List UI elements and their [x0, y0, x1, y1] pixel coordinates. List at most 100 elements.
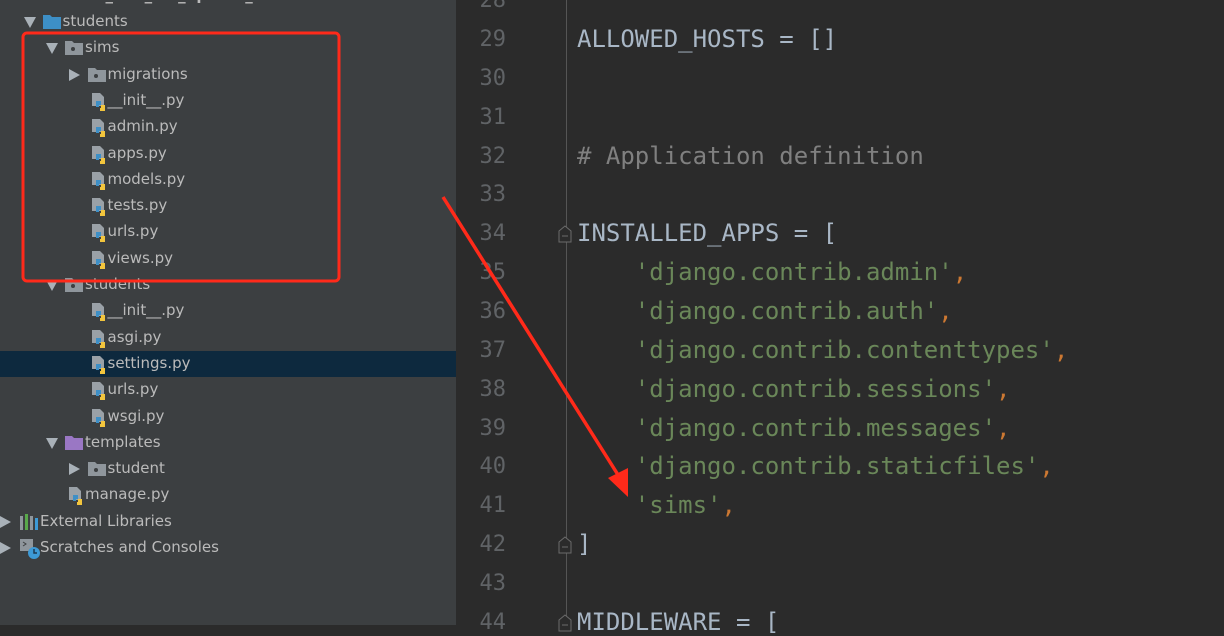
tree-item-label: admin.py	[107, 117, 178, 136]
tree-item-label: External Libraries	[40, 511, 172, 530]
tree-item[interactable]: __init__.py	[0, 88, 456, 114]
code-line[interactable]: MIDDLEWARE = [	[577, 608, 779, 636]
tree-item[interactable]: models.py	[0, 167, 456, 193]
tree-item-label: migrations	[107, 64, 188, 83]
tree-item-label: Scratches and Consoles	[40, 538, 219, 556]
tree-item-label: __init__.py	[107, 90, 185, 109]
line-number: 42	[479, 532, 507, 558]
package-folder-icon	[65, 276, 83, 294]
code-line[interactable]: # Application definition	[577, 142, 924, 170]
code-token-comma: ,	[1039, 452, 1054, 481]
code-editor[interactable]: 28 29 ALLOWED_HOSTS = [] 30 31 32 # Applicatio…	[456, 0, 1224, 636]
code-line[interactable]: INSTALLED_APPS = [	[577, 219, 837, 247]
fold-marker-icon[interactable]	[558, 225, 572, 243]
line-number: 29	[479, 27, 507, 52]
python-file-icon	[90, 171, 108, 190]
tree-item[interactable]: migrations	[0, 62, 456, 88]
code-token-str: 'django.contrib.sessions'	[577, 374, 997, 403]
tree-item[interactable]: manage.py	[0, 482, 456, 508]
code-token-str: 'sims'	[577, 491, 722, 520]
python-file-icon	[90, 92, 108, 111]
line-number: 44	[479, 609, 507, 635]
line-number: 32	[479, 143, 507, 169]
line-number: 35	[479, 260, 507, 286]
folder-icon	[42, 13, 61, 31]
tree-item-label: manage.py	[85, 485, 170, 504]
python-file-icon	[90, 329, 108, 348]
tree-item[interactable]: sims	[0, 35, 456, 61]
tree-item[interactable]: tests.py	[0, 193, 456, 219]
code-token-str: 'django.contrib.messages'	[577, 413, 997, 442]
line-number: 30	[479, 65, 507, 91]
expand-arrow-right-icon[interactable]	[68, 68, 80, 81]
tree-item-label: tests.py	[107, 196, 168, 215]
code-line[interactable]: 'sims',	[577, 491, 736, 519]
line-number: 28	[479, 0, 507, 14]
tree-item[interactable]: asgi.py	[0, 325, 456, 351]
tree-item-label: sims	[85, 38, 120, 57]
code-line[interactable]: ALLOWED_HOSTS = []	[577, 25, 837, 53]
line-number: 39	[479, 415, 507, 441]
tree-item-label: apps.py	[107, 143, 167, 162]
python-file-icon	[90, 381, 108, 401]
python-file-icon	[90, 223, 108, 243]
code-line[interactable]: 'django.contrib.sessions',	[577, 374, 1011, 403]
code-token-comment: # Application definition	[577, 141, 924, 170]
tree-item[interactable]: students	[0, 272, 456, 298]
tree-item-label: urls.py	[107, 222, 159, 241]
line-number: 34	[479, 221, 507, 247]
tree-item[interactable]: urls.py	[0, 219, 456, 245]
tree-item[interactable]: apps.py	[0, 141, 456, 167]
tree-item[interactable]: urls.py	[0, 377, 456, 403]
expand-arrow-down-icon[interactable]	[46, 43, 58, 55]
tree-item[interactable]: templates	[0, 430, 456, 456]
project-root-label: student_add_del_update_select	[40, 0, 303, 4]
code-token-plain: ]	[577, 530, 592, 559]
code-line[interactable]: 'django.contrib.contenttypes',	[577, 336, 1068, 364]
fold-marker-icon[interactable]	[558, 536, 572, 554]
line-number: 40	[479, 454, 507, 480]
python-file-icon	[90, 408, 108, 427]
tree-item[interactable]: admin.py	[0, 114, 456, 140]
libraries-icon	[20, 513, 38, 531]
python-file-icon	[90, 145, 108, 164]
tree-item[interactable]: views.py	[0, 246, 456, 272]
python-file-icon	[90, 355, 108, 374]
expand-arrow-down-icon[interactable]	[46, 437, 58, 449]
expand-arrow-down-icon[interactable]	[23, 17, 36, 28]
code-line[interactable]: 'django.contrib.messages',	[577, 413, 1011, 442]
tree-item-label: student	[107, 459, 165, 478]
tree-item[interactable]: settings.py	[0, 350, 456, 377]
tree-item-label: wsgi.py	[107, 406, 165, 425]
line-number: 37	[479, 337, 507, 363]
code-token-comma: ,	[721, 491, 736, 520]
tree-item[interactable]: students	[0, 9, 456, 35]
code-line[interactable]: 'django.contrib.admin',	[577, 258, 967, 286]
fold-marker-icon[interactable]	[558, 614, 572, 632]
tree-item-label: students	[85, 275, 151, 293]
code-token-plain: ALLOWED_HOSTS = []	[577, 25, 838, 53]
tree-item[interactable]: wsgi.py	[0, 404, 456, 430]
tree-item-label: views.py	[107, 248, 174, 267]
tree-item-label: models.py	[107, 169, 186, 188]
line-number: 33	[479, 182, 507, 208]
gutter-divider	[566, 0, 567, 625]
tree-item[interactable]: __init__.py	[0, 298, 456, 324]
code-token-plain: MIDDLEWARE = [	[577, 607, 780, 636]
tree-item[interactable]: student	[0, 456, 456, 482]
tree-item[interactable]: Scratches and Consoles	[0, 535, 456, 561]
code-line[interactable]: ]	[577, 530, 591, 558]
code-line[interactable]: 'django.contrib.staticfiles',	[577, 452, 1054, 480]
code-token-comma: ,	[1053, 335, 1069, 364]
expand-arrow-down-icon[interactable]	[46, 280, 58, 291]
expand-arrow-right-icon[interactable]	[68, 463, 80, 476]
expand-arrow-right-icon[interactable]	[0, 515, 11, 528]
tree-item-label: asgi.py	[107, 327, 162, 346]
expand-arrow-right-icon[interactable]	[0, 542, 11, 554]
tree-item[interactable]: External Libraries	[0, 509, 456, 535]
python-file-icon	[67, 486, 85, 506]
python-file-icon	[90, 197, 108, 217]
code-token-plain: INSTALLED_APPS = [	[577, 219, 838, 248]
code-token-str: 'django.contrib.contenttypes'	[577, 335, 1054, 364]
code-line[interactable]: 'django.contrib.auth',	[577, 297, 953, 325]
